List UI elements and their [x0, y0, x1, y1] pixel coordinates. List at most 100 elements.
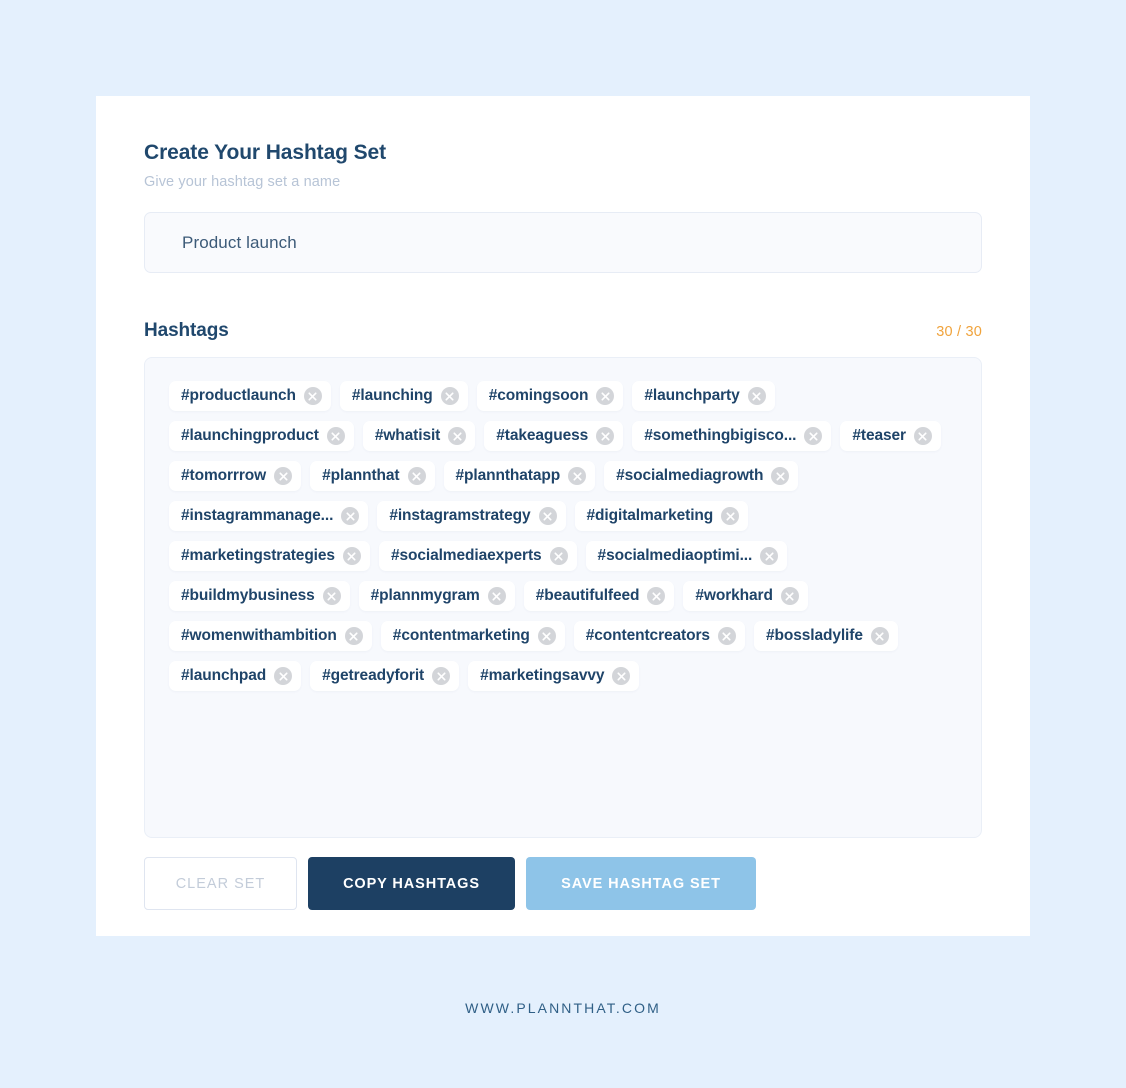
hashtag-pill-label: #socialmediaexperts — [390, 547, 542, 565]
hashtag-pill[interactable]: #instagrammanage... — [169, 501, 369, 532]
hashtag-pill[interactable]: #plannmygram — [358, 581, 515, 612]
hashtag-pill-label: #contentcreators — [585, 627, 710, 645]
hashtag-pill[interactable]: #marketingsavvy — [468, 661, 640, 692]
hashtag-pill[interactable]: #launchparty — [632, 381, 775, 412]
close-circle-icon[interactable] — [537, 627, 556, 646]
hashtag-count-badge: 30 / 30 — [936, 324, 982, 341]
hashtag-pill-label: #socialmediaoptimi... — [597, 547, 753, 565]
hashtag-pill[interactable]: #launchingproduct — [169, 421, 354, 452]
close-circle-icon[interactable] — [747, 387, 766, 406]
close-circle-icon[interactable] — [326, 427, 345, 446]
close-circle-icon[interactable] — [596, 427, 615, 446]
hashtag-pill-label: #launchparty — [644, 387, 740, 405]
hashtag-pill-label: #buildmybusiness — [181, 587, 315, 605]
hashtag-pill[interactable]: #socialmediaoptimi... — [585, 541, 788, 572]
close-circle-icon[interactable] — [538, 507, 557, 526]
footer-url: WWW.PLANNTHAT.COM — [465, 1000, 661, 1016]
close-circle-icon[interactable] — [596, 387, 615, 406]
close-circle-icon[interactable] — [721, 507, 740, 526]
close-circle-icon[interactable] — [342, 547, 361, 566]
action-buttons: CLEAR SET COPY HASHTAGS SAVE HASHTAG SET — [144, 857, 982, 911]
hashtag-pill[interactable]: #teaser — [840, 421, 941, 452]
hashtag-pill-label: #somethingbigisco... — [644, 427, 797, 445]
close-circle-icon[interactable] — [870, 627, 889, 646]
hashtag-pill[interactable]: #comingsoon — [476, 381, 624, 412]
hashtag-pill-label: #launchingproduct — [181, 427, 319, 445]
hashtag-pill[interactable]: #buildmybusiness — [169, 581, 350, 612]
page-subtitle: Give your hashtag set a name — [144, 174, 341, 191]
hashtag-pill[interactable]: #socialmediaexperts — [378, 541, 577, 572]
close-circle-icon[interactable] — [432, 667, 451, 686]
hashtag-pill[interactable]: #womenwithambition — [169, 621, 372, 652]
hashtag-pill-label: #tomorrrow — [181, 467, 267, 485]
copy-hashtags-button[interactable]: COPY HASHTAGS — [308, 857, 515, 911]
hashtag-list: #productlaunch #launching #comingsoon #laun… — [144, 357, 982, 839]
hashtag-pill-label: #launching — [351, 387, 433, 405]
close-circle-icon[interactable] — [760, 547, 779, 566]
hashtag-pill-label: #marketingstrategies — [181, 547, 335, 565]
hashtag-pill-label: #comingsoon — [488, 387, 589, 405]
close-circle-icon[interactable] — [549, 547, 568, 566]
hashtag-pill-label: #digitalmarketing — [586, 507, 714, 525]
close-circle-icon[interactable] — [274, 667, 293, 686]
close-circle-icon[interactable] — [341, 507, 360, 526]
hashtag-pill[interactable]: #launchpad — [169, 661, 302, 692]
hashtag-pill-label: #getreadyforit — [322, 667, 425, 685]
close-circle-icon[interactable] — [612, 667, 631, 686]
hashtag-pill-label: #socialmediagrowth — [616, 467, 764, 485]
hashtag-pill-label: #whatisit — [374, 427, 441, 445]
close-circle-icon[interactable] — [448, 427, 467, 446]
close-circle-icon[interactable] — [407, 467, 426, 486]
hashtag-pill-label: #plannmygram — [370, 587, 480, 605]
hashtag-pill-label: #marketingsavvy — [480, 667, 605, 685]
close-circle-icon[interactable] — [568, 467, 587, 486]
clear-set-button[interactable]: CLEAR SET — [144, 857, 297, 911]
close-circle-icon[interactable] — [647, 587, 666, 606]
hashtag-set-name-field[interactable] — [144, 212, 982, 274]
close-circle-icon[interactable] — [804, 427, 823, 446]
hashtag-pill[interactable]: #plannthatapp — [443, 461, 596, 492]
hashtag-pill[interactable]: #digitalmarketing — [574, 501, 749, 532]
close-circle-icon[interactable] — [913, 427, 932, 446]
hashtag-pill[interactable]: #plannthat — [310, 461, 435, 492]
hashtag-pill[interactable]: #socialmediagrowth — [604, 461, 799, 492]
close-circle-icon[interactable] — [487, 587, 506, 606]
close-circle-icon[interactable] — [322, 587, 341, 606]
hashtag-pill[interactable]: #workhard — [683, 581, 808, 612]
hashtag-pill-label: #instagrammanage... — [181, 507, 334, 525]
hashtag-set-name-input[interactable] — [182, 213, 981, 273]
hashtags-header: Hashtags 30 / 30 — [144, 320, 982, 342]
close-circle-icon[interactable] — [344, 627, 363, 646]
save-hashtag-set-button[interactable]: SAVE HASHTAG SET — [526, 857, 756, 911]
hashtag-pill[interactable]: #whatisit — [362, 421, 476, 452]
hashtag-pill[interactable]: #beautifulfeed — [523, 581, 675, 612]
hashtag-pill[interactable]: #launching — [339, 381, 468, 412]
page-root: Create Your Hashtag Set Give your hashta… — [0, 0, 1126, 1088]
hashtag-pill[interactable]: #marketingstrategies — [169, 541, 370, 572]
hashtag-pill[interactable]: #contentmarketing — [380, 621, 565, 652]
hashtag-pill[interactable]: #somethingbigisco... — [632, 421, 832, 452]
close-circle-icon[interactable] — [274, 467, 293, 486]
hashtag-pill-label: #launchpad — [181, 667, 267, 685]
close-circle-icon[interactable] — [303, 387, 322, 406]
hashtag-set-card: Create Your Hashtag Set Give your hashta… — [96, 96, 1030, 936]
hashtag-pill[interactable]: #contentcreators — [573, 621, 745, 652]
hashtag-pill-label: #takeaguess — [496, 427, 589, 445]
hashtag-pill[interactable]: #getreadyforit — [310, 661, 460, 692]
close-circle-icon[interactable] — [440, 387, 459, 406]
close-circle-icon[interactable] — [780, 587, 799, 606]
hashtag-pill-label: #womenwithambition — [181, 627, 337, 645]
hashtag-pill[interactable]: #takeaguess — [484, 421, 624, 452]
hashtag-pill[interactable]: #productlaunch — [169, 381, 331, 412]
hashtag-pill-label: #productlaunch — [181, 387, 296, 405]
hashtag-pill[interactable]: #bossladylife — [753, 621, 898, 652]
hashtag-pill[interactable]: #tomorrrow — [169, 461, 302, 492]
close-circle-icon[interactable] — [771, 467, 790, 486]
page-title: Create Your Hashtag Set — [144, 141, 386, 164]
hashtag-pill-label: #instagramstrategy — [389, 507, 531, 525]
hashtag-pill-label: #beautifulfeed — [535, 587, 640, 605]
close-circle-icon[interactable] — [717, 627, 736, 646]
hashtag-pill-label: #plannthatapp — [455, 467, 561, 485]
hashtag-pill-label: #plannthat — [322, 467, 400, 485]
hashtag-pill[interactable]: #instagramstrategy — [377, 501, 566, 532]
